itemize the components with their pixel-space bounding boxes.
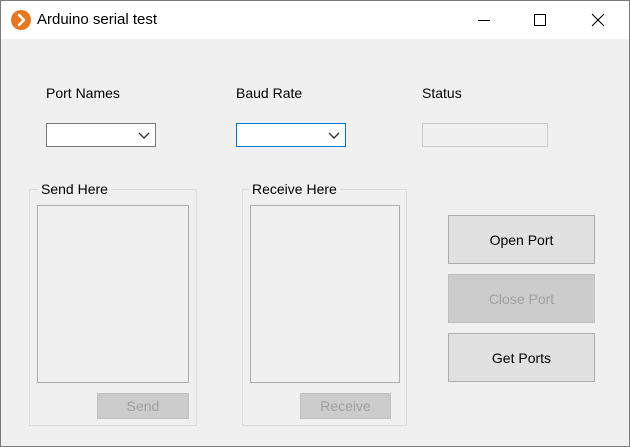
close-button[interactable] bbox=[575, 1, 621, 39]
close-port-button[interactable]: Close Port bbox=[448, 274, 595, 323]
chevron-down-icon bbox=[138, 132, 150, 139]
title-bar[interactable]: Arduino serial test bbox=[1, 1, 629, 39]
chevron-down-icon bbox=[328, 132, 340, 139]
window-title: Arduino serial test bbox=[37, 11, 158, 28]
port-names-combobox[interactable] bbox=[46, 123, 156, 147]
port-names-label: Port Names bbox=[46, 85, 120, 101]
minimize-icon bbox=[478, 20, 490, 21]
maximize-icon bbox=[534, 14, 546, 26]
receive-group-title: Receive Here bbox=[249, 181, 340, 197]
baud-rate-label: Baud Rate bbox=[236, 85, 303, 101]
receive-textarea[interactable] bbox=[250, 205, 400, 383]
get-ports-button[interactable]: Get Ports bbox=[448, 333, 595, 382]
send-textarea[interactable] bbox=[37, 205, 189, 383]
status-label: Status bbox=[422, 85, 462, 101]
send-button[interactable]: Send bbox=[97, 393, 189, 419]
baud-rate-combobox[interactable] bbox=[236, 123, 346, 147]
maximize-button[interactable] bbox=[517, 1, 563, 39]
open-port-button[interactable]: Open Port bbox=[448, 215, 595, 264]
app-window: Arduino serial test Port Names Baud Rate bbox=[0, 0, 630, 447]
minimize-button[interactable] bbox=[461, 1, 507, 39]
send-group-title: Send Here bbox=[38, 181, 111, 197]
receive-button[interactable]: Receive bbox=[300, 393, 391, 419]
chevron-right-circle-icon bbox=[11, 10, 31, 30]
status-field bbox=[422, 123, 548, 147]
close-icon bbox=[591, 13, 605, 27]
